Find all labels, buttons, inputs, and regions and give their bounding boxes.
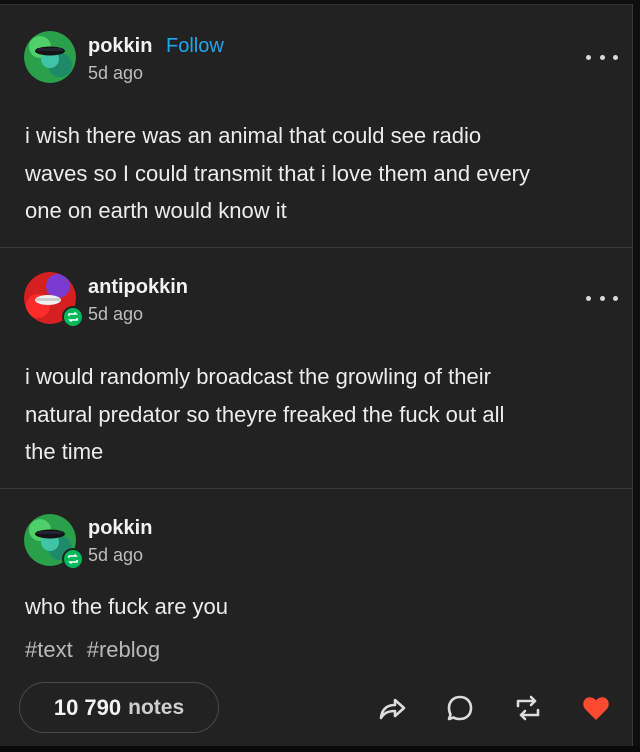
more-options-button[interactable]: [586, 292, 618, 304]
reply-icon: [447, 695, 473, 721]
post-body-line: waves so I could transmit that i love th…: [25, 160, 531, 186]
reblog-button[interactable]: [513, 693, 543, 723]
share-icon: [379, 698, 406, 720]
share-button[interactable]: [377, 693, 407, 723]
post-body-line: who the fuck are you: [25, 594, 229, 619]
divider: [0, 488, 632, 489]
reblog-icon: [68, 553, 78, 565]
post-username[interactable]: pokkin: [88, 35, 152, 58]
follow-button[interactable]: Follow: [166, 35, 224, 58]
post-body: i would randomly broadcast the growling …: [25, 358, 615, 471]
post-username[interactable]: antipokkin: [88, 276, 188, 299]
divider: [0, 247, 632, 248]
notes-count: 10 790: [53, 694, 122, 720]
reblog-badge: [62, 306, 84, 328]
more-icon: [586, 54, 591, 60]
like-icon: [583, 697, 609, 720]
avatar[interactable]: [24, 31, 76, 83]
notes-button[interactable]: 10 790 notes: [19, 682, 219, 733]
reblog-badge: [62, 548, 84, 570]
post-body-line: i would randomly broadcast the growling …: [25, 364, 491, 389]
tag-list: #text #reblog: [25, 637, 174, 663]
like-button[interactable]: [581, 693, 611, 723]
post-body-line: natural predator so theyre freaked the f…: [25, 401, 505, 427]
more-options-button[interactable]: [586, 51, 618, 63]
post-timestamp: 5d ago: [88, 304, 144, 324]
tag-reblog[interactable]: #reblog: [87, 637, 160, 662]
post-username[interactable]: pokkin: [88, 517, 152, 540]
post-body: i wish there was an animal that could se…: [25, 117, 615, 230]
post-body-line: i wish there was an animal that could se…: [25, 123, 482, 148]
post-body-line: one on earth would know it: [25, 198, 287, 223]
reply-button[interactable]: [445, 693, 475, 723]
post-body-line: the time: [25, 439, 104, 464]
reblog-icon: [68, 311, 78, 323]
post-timestamp: 5d ago: [88, 545, 144, 565]
post-body: who the fuck are you: [25, 588, 615, 626]
notes-label: notes: [128, 695, 185, 719]
more-icon: [586, 295, 591, 301]
post-timestamp: 5d ago: [88, 63, 144, 83]
bottom-edge: [0, 746, 640, 752]
tag-text[interactable]: #text: [25, 637, 73, 662]
post-card: pokkin Follow 5d ago i wish there was an…: [0, 4, 633, 747]
reblog-icon: [516, 695, 540, 721]
